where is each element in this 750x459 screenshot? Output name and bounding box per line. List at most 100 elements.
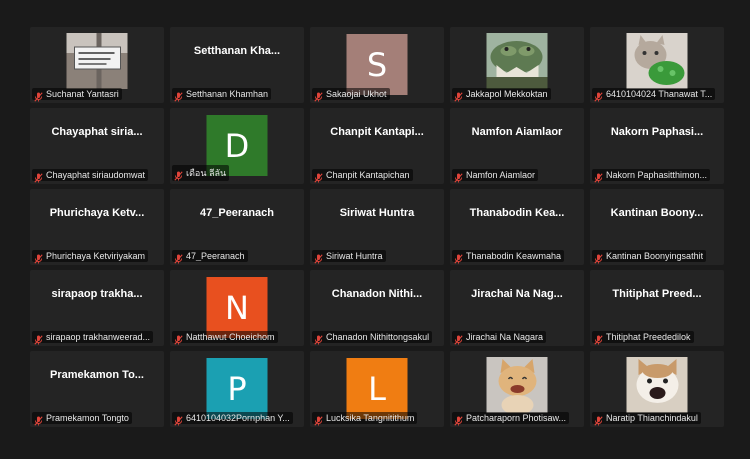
participant-name: sirapaop trakhanweerad... — [46, 332, 151, 342]
participant-display-name: Thitiphat Preed... — [612, 288, 702, 300]
participant-name-label: sirapaop trakhanweerad... — [32, 331, 154, 345]
participant-tile[interactable]: P 6410104032Pornphan Y... — [170, 351, 304, 427]
participant-name: Chayaphat siriaudomwat — [46, 170, 146, 180]
participant-tile[interactable]: Chanpit Kantapi... Chanpit Kantapichan — [310, 108, 444, 184]
muted-mic-icon — [594, 170, 603, 183]
participant-tile[interactable]: 6410104024 Thanawat T... — [590, 27, 724, 103]
muted-mic-icon — [34, 332, 43, 345]
avatar: P — [206, 358, 268, 419]
participant-name-label: Lucksika Tangnitithum — [312, 412, 418, 426]
participant-tile[interactable]: S Sakaojai Ukhot — [310, 27, 444, 103]
smiling-cat-photo-icon — [486, 357, 548, 415]
participant-tile[interactable]: Suchanat Yantasri — [30, 27, 164, 103]
participant-name: Kantinan Boonyingsathit — [606, 251, 704, 261]
avatar: L — [346, 358, 408, 419]
participant-display-name: Chanadon Nithi... — [331, 288, 423, 300]
participant-display-name: 47_Peeranach — [200, 207, 274, 219]
participant-name: Pramekamon Tongto — [46, 413, 129, 423]
participant-name-label: Jakkapol Mekkoktan — [452, 88, 551, 102]
muted-mic-icon — [174, 251, 183, 264]
participant-tile[interactable]: N Natthawut Choeichom — [170, 270, 304, 346]
participant-name: Chanadon Nithittongsakul — [326, 332, 430, 342]
muted-mic-icon — [174, 332, 183, 345]
participant-name: Setthanan Khamhan — [186, 89, 269, 99]
participant-tile[interactable]: Chayaphat siria... Chayaphat siriaudomwat — [30, 108, 164, 184]
participant-name-label: Natthawut Choeichom — [172, 331, 278, 345]
muted-mic-icon — [594, 89, 603, 102]
participant-tile[interactable]: Namfon Aiamlaor Namfon Aiamlaor — [450, 108, 584, 184]
participant-name-label: Chanadon Nithittongsakul — [312, 331, 433, 345]
muted-mic-icon — [454, 251, 463, 264]
participant-name-label: Setthanan Khamhan — [172, 88, 272, 102]
participant-tile[interactable]: 47_Peeranach 47_Peeranach — [170, 189, 304, 265]
participant-tile[interactable]: Naratip Thianchindakul — [590, 351, 724, 427]
participant-tile[interactable]: Thitiphat Preed... Thitiphat Preededilok — [590, 270, 724, 346]
muted-mic-icon — [594, 251, 603, 264]
participant-display-name: Pramekamon To... — [50, 369, 144, 381]
muted-mic-icon — [34, 413, 43, 426]
muted-mic-icon — [454, 332, 463, 345]
participant-tile[interactable]: Patcharaporn Photisaw... — [450, 351, 584, 427]
street-sign-photo-icon — [66, 33, 128, 89]
avatar: S — [346, 34, 408, 95]
participant-name-label: 6410104032Pornphan Y... — [172, 412, 293, 426]
muted-mic-icon — [454, 413, 463, 426]
participant-tile[interactable]: Jirachai Na Nag... Jirachai Na Nagara — [450, 270, 584, 346]
participant-name-label: Naratip Thianchindakul — [592, 412, 701, 426]
participant-tile[interactable]: Siriwat Huntra Siriwat Huntra — [310, 189, 444, 265]
participant-tile[interactable]: Chanadon Nithi... Chanadon Nithittongsaku… — [310, 270, 444, 346]
participant-name: 47_Peeranach — [186, 251, 245, 261]
participant-name: เดือน ลีลัน — [186, 168, 227, 178]
participant-display-name: Siriwat Huntra — [339, 207, 415, 219]
pop-cat-photo-icon — [626, 357, 688, 413]
muted-mic-icon — [454, 89, 463, 102]
participant-name-label: Pramekamon Tongto — [32, 412, 132, 426]
participant-name-label: Nakorn Paphasitthimon... — [592, 169, 711, 183]
participant-tile[interactable]: Pramekamon To... Pramekamon Tongto — [30, 351, 164, 427]
muted-mic-icon — [314, 89, 323, 102]
participant-tile[interactable]: Nakorn Paphasi... Nakorn Paphasitthimon..… — [590, 108, 724, 184]
muted-mic-icon — [314, 332, 323, 345]
participant-tile[interactable]: Kantinan Boony... Kantinan Boonyingsathit — [590, 189, 724, 265]
crocodile-photo-icon — [486, 33, 548, 89]
participant-tile[interactable]: D เดือน ลีลัน — [170, 108, 304, 184]
participant-tile[interactable]: Jakkapol Mekkoktan — [450, 27, 584, 103]
participant-name-label: Suchanat Yantasri — [32, 88, 122, 102]
participant-name-label: Patcharaporn Photisaw... — [452, 412, 570, 426]
participant-name: Phurichaya Ketviriyakam — [46, 251, 146, 261]
participant-name: Thitiphat Preededilok — [606, 332, 691, 342]
participant-tile[interactable]: sirapaop trakha... sirapaop trakhanweerad… — [30, 270, 164, 346]
muted-mic-icon — [174, 168, 183, 181]
participant-display-name: Thanabodin Kea... — [469, 207, 565, 219]
participant-name-label: Sakaojai Ukhot — [312, 88, 390, 102]
muted-mic-icon — [594, 413, 603, 426]
muted-mic-icon — [174, 413, 183, 426]
participant-tile[interactable]: L Lucksika Tangnitithum — [310, 351, 444, 427]
participant-name: Patcharaporn Photisaw... — [466, 413, 567, 423]
participant-name-label: Chanpit Kantapichan — [312, 169, 413, 183]
participant-display-name: sirapaop trakha... — [51, 288, 143, 300]
muted-mic-icon — [34, 89, 43, 102]
participant-name: Namfon Aiamlaor — [466, 170, 536, 180]
participant-name: Suchanat Yantasri — [46, 89, 119, 99]
participant-name-label: Kantinan Boonyingsathit — [592, 250, 707, 264]
participant-display-name: Phurichaya Ketv... — [49, 207, 145, 219]
participant-name: Sakaojai Ukhot — [326, 89, 387, 99]
participant-display-name: Setthanan Kha... — [193, 45, 281, 57]
avatar: N — [206, 277, 268, 338]
participant-name-label: เดือน ลีลัน — [172, 165, 230, 181]
participant-name-label: Thitiphat Preededilok — [592, 331, 694, 345]
participant-name: Jirachai Na Nagara — [466, 332, 544, 342]
participant-tile[interactable]: Thanabodin Kea... Thanabodin Keawmaha — [450, 189, 584, 265]
participant-name: Jakkapol Mekkoktan — [466, 89, 548, 99]
participant-name-label: Jirachai Na Nagara — [452, 331, 547, 345]
participant-name: Natthawut Choeichom — [186, 332, 275, 342]
participant-name: Thanabodin Keawmaha — [466, 251, 562, 261]
participant-tile[interactable]: Phurichaya Ketv... Phurichaya Ketviriyaka… — [30, 189, 164, 265]
participant-tile[interactable]: Setthanan Kha... Setthanan Khamhan — [170, 27, 304, 103]
muted-mic-icon — [594, 332, 603, 345]
participant-name-label: Siriwat Huntra — [312, 250, 386, 264]
participant-name: 6410104024 Thanawat T... — [606, 89, 713, 99]
participant-name-label: Namfon Aiamlaor — [452, 169, 539, 183]
participant-display-name: Jirachai Na Nag... — [471, 288, 563, 300]
